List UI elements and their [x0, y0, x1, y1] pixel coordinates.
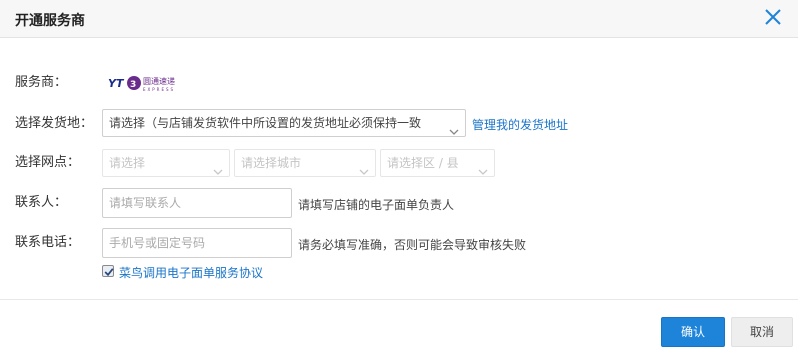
chevron-down-icon — [359, 159, 369, 175]
dialog-header: 开通服务商 — [0, 0, 798, 38]
svg-text:3: 3 — [130, 80, 136, 90]
manage-address-link[interactable]: 管理我的发货地址 — [472, 116, 568, 133]
provider-label: 服务商： — [15, 75, 68, 90]
phone-label: 联系电话： — [15, 235, 81, 250]
outlet-label: 选择网点： — [15, 155, 81, 170]
agreement-link[interactable]: 菜鸟调用电子面单服务协议 — [119, 264, 263, 281]
province-select-text: 请选择 — [109, 156, 146, 170]
checkmark-icon — [104, 268, 114, 277]
phone-hint: 请务必填写准确，否则可能会导致审核失败 — [298, 238, 527, 252]
contact-hint: 请填写店铺的电子面单负责人 — [298, 198, 455, 212]
address-label: 选择发货地： — [15, 116, 94, 131]
logo-yt-text: YT — [108, 77, 125, 90]
district-select[interactable]: 请选择区 / 县 — [380, 149, 495, 177]
city-select[interactable]: 请选择城市 — [234, 149, 376, 177]
city-select-text: 请选择城市 — [241, 156, 302, 170]
cancel-button[interactable]: 取消 — [731, 317, 793, 347]
contact-input[interactable] — [102, 188, 292, 218]
agreement-checkbox[interactable] — [102, 265, 114, 277]
footer-divider — [0, 299, 798, 300]
chevron-down-icon — [213, 159, 223, 175]
close-icon[interactable] — [763, 7, 783, 27]
logo-chinese-text: 圆通速递 — [143, 76, 175, 86]
dialog-title: 开通服务商 — [15, 13, 85, 29]
confirm-button[interactable]: 确认 — [661, 317, 725, 347]
province-select[interactable]: 请选择 — [102, 149, 230, 177]
phone-input[interactable] — [102, 228, 292, 258]
address-select[interactable]: 请选择（与店铺发货软件中所设置的发货地址必须保持一致 — [102, 109, 466, 137]
provider-logo: YT 3 圆通速递 EXPRESS — [107, 74, 201, 92]
district-select-text: 请选择区 / 县 — [387, 156, 459, 170]
logo-sub-text: EXPRESS — [143, 87, 175, 92]
chevron-down-icon — [449, 119, 459, 135]
contact-label: 联系人： — [15, 195, 68, 210]
chevron-down-icon — [478, 159, 488, 175]
address-select-text: 请选择（与店铺发货软件中所设置的发货地址必须保持一致 — [109, 116, 422, 130]
